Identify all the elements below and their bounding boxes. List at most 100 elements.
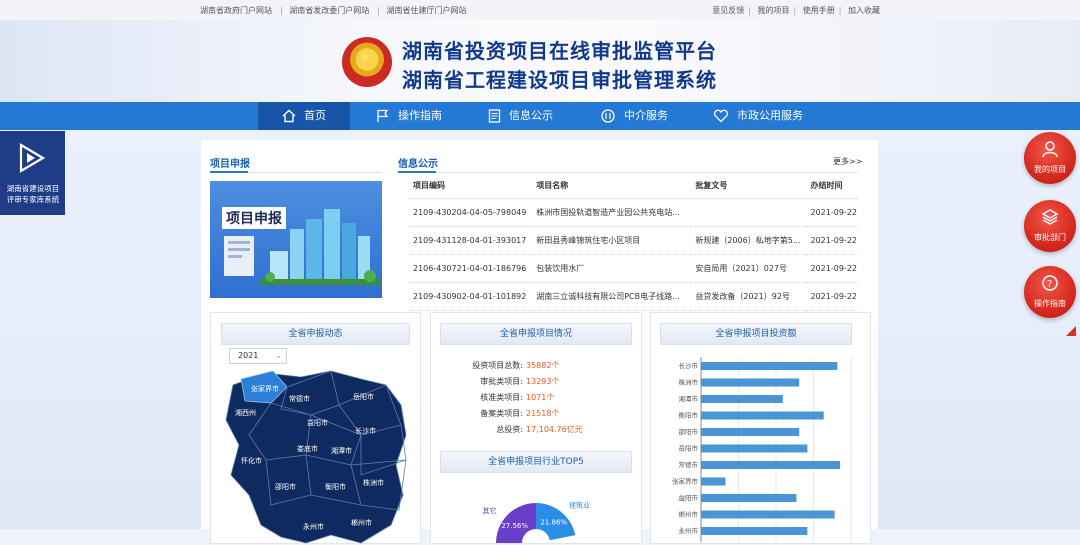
play-logo-icon (19, 143, 46, 173)
map-label-xiangxi: 湘西州 (235, 408, 256, 417)
dynamics-title: 全省申报动态 (221, 323, 410, 345)
cell-code: 2109-430902-04-01-101892 (408, 282, 532, 311)
nav-home[interactable]: 首页 (258, 102, 350, 130)
stat-record: 备案类项目: 21518个 (431, 408, 641, 424)
stat-total-value: 35882个 (526, 361, 560, 370)
chevron-down-icon: ⌄ (275, 351, 282, 360)
hunan-map: 张家界市 常德市 岳阳市 湘西州 益阳市 长沙市 娄底市 湘潭市 怀化市 邵阳市… (225, 370, 407, 544)
table-row[interactable]: 2109-430902-04-01-101892 湖南三立诚科技有限公司PCB电… (408, 282, 858, 311)
map-label-zhangjiajie: 张家界市 (251, 384, 279, 393)
bar[interactable] (701, 378, 800, 387)
map-label-hengyang: 衡阳市 (325, 482, 346, 491)
map-label-chenzhou: 郴州市 (351, 518, 372, 527)
layers-icon (1041, 209, 1059, 225)
guide-float-button[interactable]: ? 操作指南 (1024, 266, 1076, 318)
main-panel: 项目申报 项目申报 信息公示 更多>> 项目编码 项目名称 批复文号 办结时间 … (201, 140, 878, 544)
cell-doc: 新规建（2006）私地字第5... (690, 226, 806, 255)
more-link[interactable]: 更多>> (833, 156, 862, 167)
project-section-underline (210, 171, 248, 173)
table-row[interactable]: 2109-431128-04-01-393017 新田县秀峰锦筑住宅小区项目 新… (408, 226, 858, 255)
link-feedback[interactable]: 意见反馈 (712, 6, 744, 15)
nav-agency-label: 中介服务 (624, 109, 668, 122)
nav-municipal[interactable]: 市政公用服务 (713, 102, 803, 130)
heart-icon (713, 109, 729, 123)
national-emblem-icon: ★ (342, 37, 392, 87)
cell-doc: 安自局用（2021）027号 (690, 254, 806, 283)
pie-percent-label: 21.86% (540, 518, 567, 526)
guide-float-label: 操作指南 (1034, 299, 1066, 308)
summary-card: 全省申报项目情况 投资项目总数: 35882个 审批类项目: 13293个 核准… (430, 312, 642, 544)
pie-slice-label: 其它 (482, 506, 496, 515)
link-my-projects[interactable]: 我的项目 (758, 6, 790, 15)
bar[interactable] (701, 461, 841, 469)
bar[interactable] (701, 444, 808, 453)
bar[interactable] (701, 362, 838, 370)
user-links: 意见反馈 | 我的项目 | 使用手册 | 加入收藏 (712, 6, 880, 15)
link-fgw-portal[interactable]: 湖南省发改委门户网站 (289, 6, 369, 15)
map-label-shaoyang: 邵阳市 (275, 482, 296, 491)
table-row[interactable]: 2106-430721-04-01-186796 包装饮用水厂 安自局用（202… (408, 254, 858, 283)
nav-guide[interactable]: 操作指南 (376, 102, 442, 130)
bar[interactable] (701, 510, 835, 519)
bar-category-label: 长沙市 (679, 361, 699, 370)
link-add-favorite[interactable]: 加入收藏 (848, 6, 880, 15)
corner-arrow-icon[interactable] (1066, 326, 1076, 336)
svg-text:?: ? (1047, 279, 1052, 290)
nav-info-label: 信息公示 (509, 109, 553, 122)
bar[interactable] (701, 395, 783, 403)
bar-category-label: 益阳市 (679, 493, 699, 502)
bar-category-label: 郴州市 (679, 510, 699, 519)
stat-record-label: 备案类项目: (480, 409, 523, 418)
bar-category-label: 永州市 (679, 526, 699, 535)
cell-name: 包装饮用水厂 (531, 254, 691, 283)
departments-button[interactable]: 审批部门 (1024, 200, 1076, 252)
nav-info[interactable]: 信息公示 (488, 102, 553, 130)
top-links-bar: 湖南省政府门户网站 | 湖南省发改委门户网站 | 湖南省住建厅门户网站 意见反馈 | … (0, 0, 1080, 21)
site-header: ★ 湖南省投资项目在线审批监管平台 湖南省工程建设项目审批管理系统 (0, 20, 1080, 102)
info-section-title: 信息公示 (398, 159, 438, 170)
col-doc: 批复文号 (690, 172, 806, 199)
cell-code: 2109-430204-04-05-798049 (408, 198, 532, 227)
cell-doc: 益贷发改备（2021）92号 (690, 282, 806, 311)
stat-verify-label: 核准类项目: (480, 393, 523, 402)
stat-investment-value: 17,104.76亿元 (526, 425, 583, 434)
departments-label: 审批部门 (1034, 233, 1066, 242)
project-section-title: 项目申报 (210, 159, 250, 170)
year-select[interactable]: 2021 ⌄ (229, 348, 287, 364)
expert-system-tile[interactable]: 湖南省建设项目评审专家库系统 (0, 131, 65, 215)
bar[interactable] (701, 411, 824, 420)
my-projects-button[interactable]: 我的项目 (1024, 132, 1076, 184)
bar[interactable] (701, 527, 808, 535)
map-label-yiyang: 益阳市 (307, 418, 328, 427)
nav-home-label: 首页 (304, 109, 326, 122)
year-value: 2021 (238, 351, 259, 360)
stat-investment-label: 总投资: (496, 425, 523, 434)
top5-title: 全省申报项目行业TOP5 (440, 451, 632, 473)
bar[interactable] (701, 477, 726, 486)
industry-pie-chart: 27.56%其它21.86%建筑业 (482, 500, 590, 543)
link-manual[interactable]: 使用手册 (803, 6, 835, 15)
link-zjt-portal[interactable]: 湖南省住建厅门户网站 (387, 6, 467, 15)
bar[interactable] (701, 428, 800, 436)
link-gov-portal[interactable]: 湖南省政府门户网站 (200, 6, 272, 15)
stat-investment: 总投资: 17,104.76亿元 (431, 424, 641, 440)
dynamics-card: 全省申报动态 2021 ⌄ 张家界市 常德市 岳阳市 湘西州 益阳市 长沙市 娄… (210, 312, 421, 544)
question-icon: ? (1042, 275, 1058, 291)
nav-agency[interactable]: 中介服务 (600, 102, 668, 130)
site-title-line1: 湖南省投资项目在线审批监管平台 (402, 39, 717, 63)
investment-bar-chart: 长沙市株洲市湘潭市衡阳市邵阳市岳阳市常德市张家界市益阳市郴州市永州市 (672, 357, 852, 543)
cell-date: 2021-09-22 (805, 254, 858, 283)
site-title-line2: 湖南省工程建设项目审批管理系统 (402, 68, 717, 92)
project-apply-banner[interactable]: 项目申报 (210, 181, 382, 298)
stat-verify: 核准类项目: 1071个 (431, 392, 641, 408)
document-icon (488, 109, 501, 123)
col-date: 办结时间 (805, 172, 858, 199)
nav-guide-label: 操作指南 (398, 109, 442, 122)
map-label-yongzhou: 永州市 (303, 522, 324, 531)
bar[interactable] (701, 494, 797, 502)
cell-date: 2021-09-22 (805, 226, 858, 255)
map-label-changde: 常德市 (289, 394, 310, 403)
expert-system-label: 湖南省建设项目评审专家库系统 (6, 184, 60, 204)
table-row[interactable]: 2109-430204-04-05-798049 株洲市国投轨道智造产业园公共充… (408, 198, 858, 227)
home-icon (282, 109, 296, 123)
